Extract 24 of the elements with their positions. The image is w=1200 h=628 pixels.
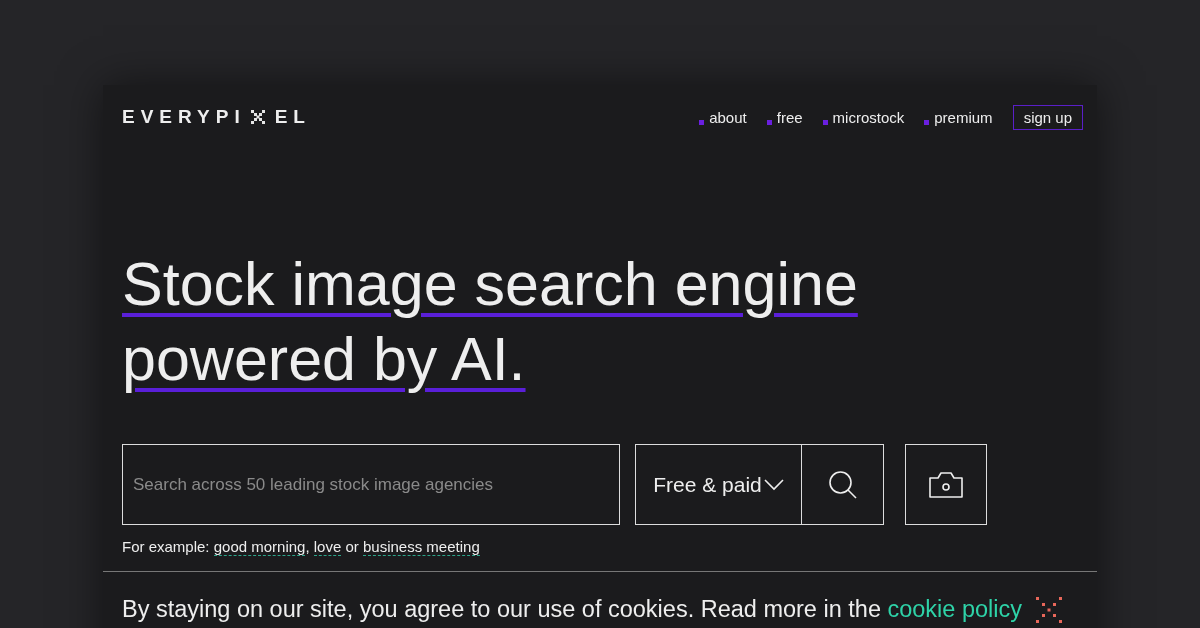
close-icon[interactable] <box>1036 596 1063 623</box>
logo-text: EL <box>274 106 311 128</box>
cookie-notice: By staying on our site, you agree to our use of cookies. Read more in the cookie policy <box>122 596 1023 623</box>
search-icon <box>827 469 858 500</box>
caret-icon <box>763 478 784 491</box>
logo-pixel-icon <box>250 110 265 124</box>
headline: powered by AI. <box>122 324 526 395</box>
camera-search-button[interactable] <box>905 444 987 525</box>
example-link[interactable]: love <box>313 538 342 556</box>
example-link[interactable]: business meeting <box>363 538 480 556</box>
filter-dropdown[interactable]: Free & paid <box>635 444 802 525</box>
example-text: For example: good morning, love or business meeting <box>122 538 481 555</box>
cookie-policy-link[interactable]: cookie policy <box>887 596 1023 622</box>
nav-link[interactable]: about <box>699 108 747 126</box>
camera-icon <box>927 470 965 499</box>
search-button[interactable] <box>802 444 884 525</box>
headline: Stock image search engine <box>122 249 858 320</box>
example-link[interactable]: good morning <box>213 538 306 556</box>
logo-text: EVERYPI <box>122 106 246 128</box>
search-field[interactable]: Search across 50 leading stock image agencies <box>122 444 620 525</box>
nav-link[interactable]: microstock <box>822 108 905 126</box>
nav-link[interactable]: free <box>766 108 803 126</box>
sign-up-button[interactable]: sign up <box>1012 104 1083 130</box>
nav-link[interactable]: premium <box>924 108 993 126</box>
